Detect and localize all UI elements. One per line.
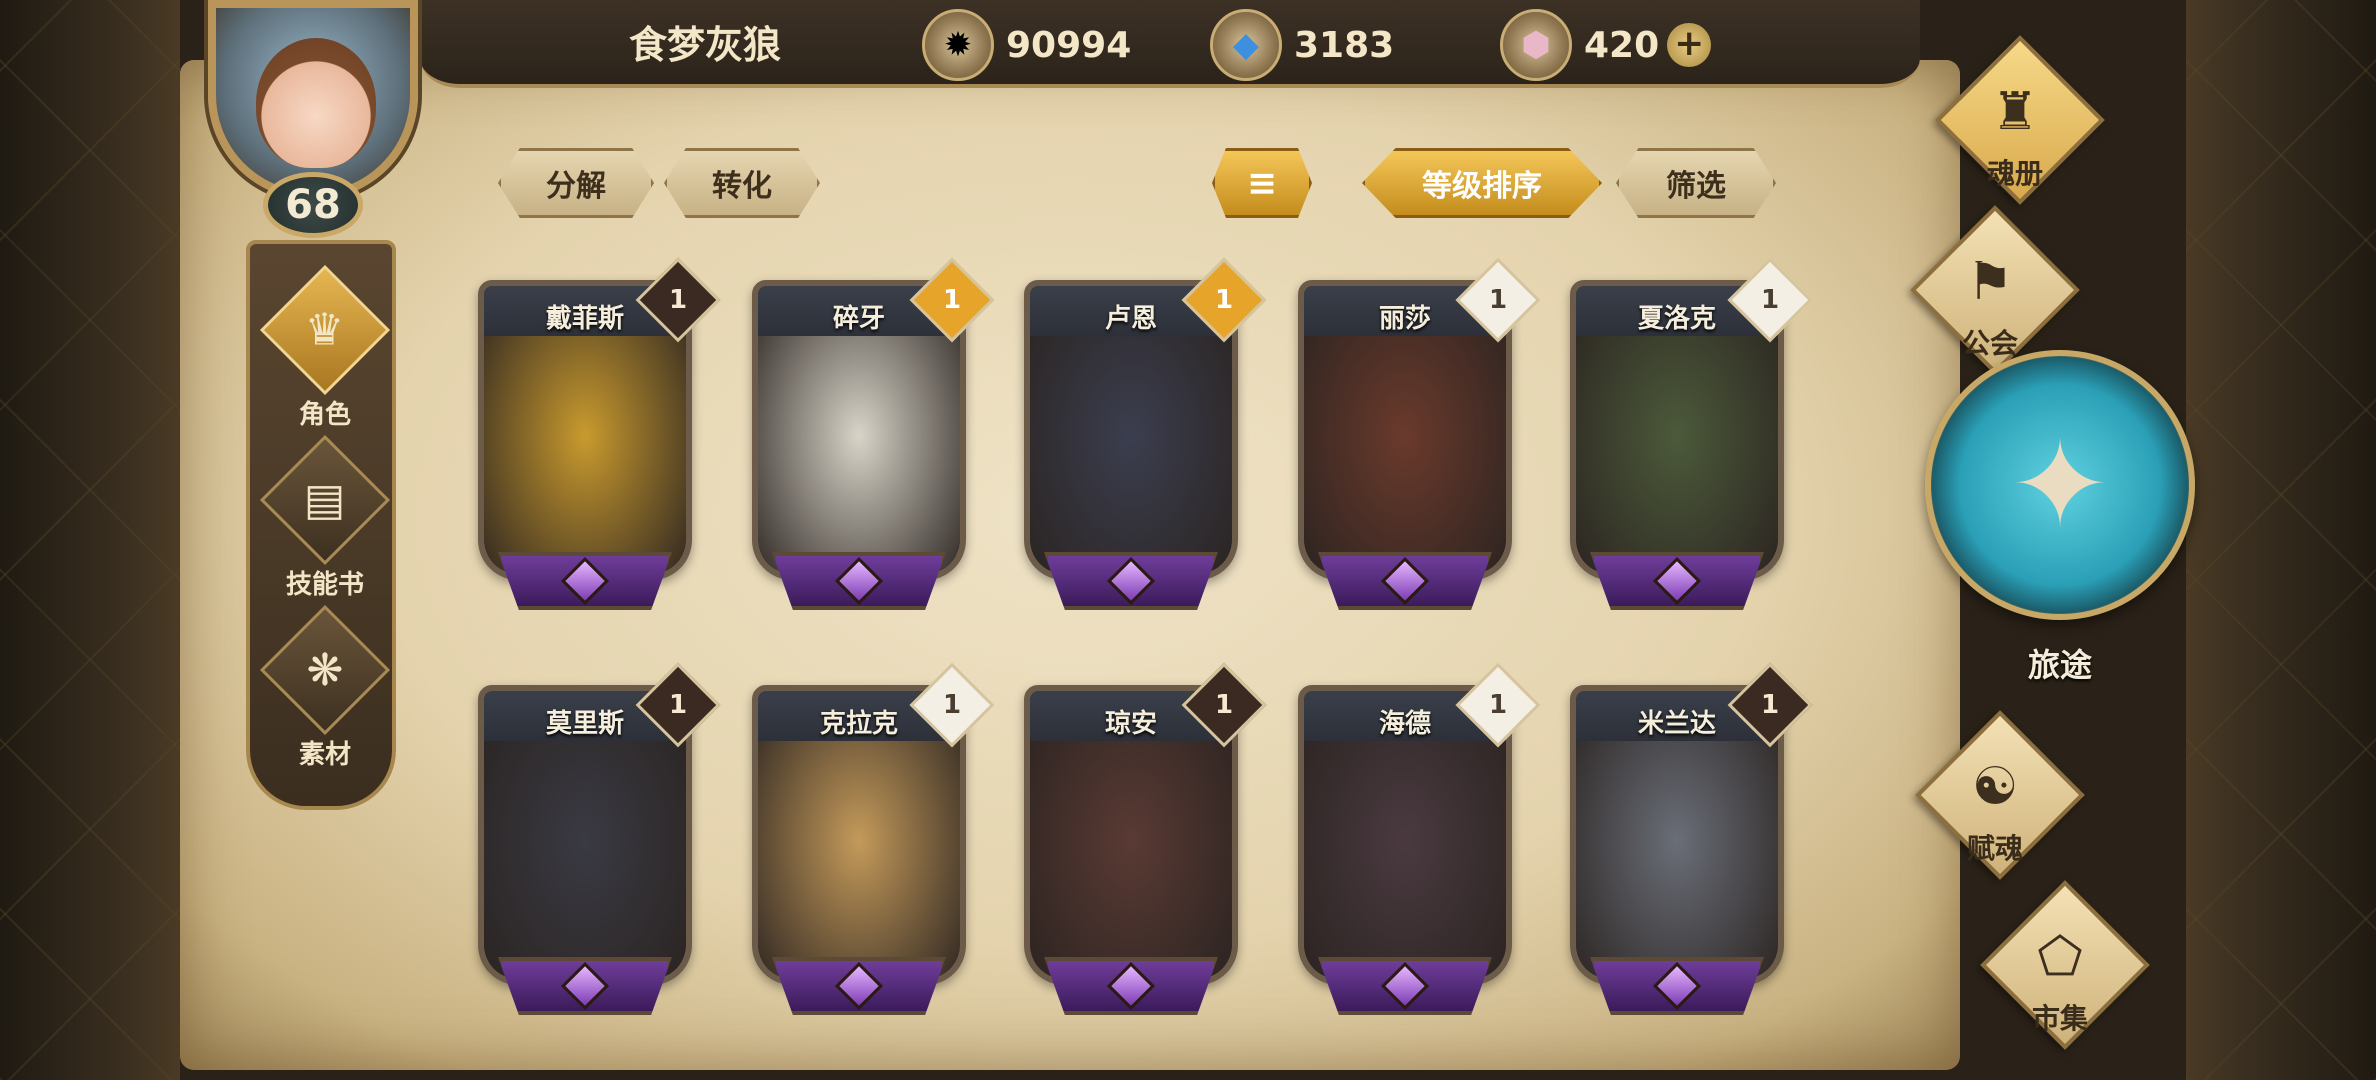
- character-portrait: [1030, 741, 1232, 979]
- rarity-gem-icon: [1652, 961, 1702, 1011]
- avatar: [256, 38, 376, 168]
- character-portrait: [1304, 741, 1506, 979]
- add-gem-button[interactable]: +: [1667, 23, 1712, 67]
- character-card[interactable]: 夏洛克 1: [1562, 257, 1813, 610]
- right-border-decoration: [2186, 0, 2376, 1080]
- gold-value: 90994: [1006, 24, 1132, 66]
- card-rarity-plate: [498, 552, 672, 610]
- convert-button[interactable]: 转化: [664, 148, 820, 218]
- character-card[interactable]: 碎牙 1: [744, 257, 995, 610]
- soul-infuse-icon: ☯: [1971, 757, 2019, 817]
- gold-coin-icon: ✹: [922, 9, 994, 81]
- character-portrait: [1576, 741, 1778, 979]
- side-item-skill-book[interactable]: ▤ 技能书: [250, 434, 400, 604]
- rarity-gem-icon: [834, 961, 884, 1011]
- nav-label: 赋魂: [1966, 832, 2023, 865]
- card-rarity-plate: [1318, 957, 1492, 1015]
- rarity-gem-icon: [1106, 556, 1156, 606]
- decompose-button[interactable]: 分解: [498, 148, 654, 218]
- character-portrait: [484, 741, 686, 979]
- sort-direction-button[interactable]: ≡: [1212, 148, 1312, 218]
- guild-icon: ⚑: [1966, 252, 2014, 312]
- gold-currency: ✹ 90994: [922, 9, 1132, 81]
- crystal-currency: ◆ 3183: [1210, 9, 1395, 81]
- card-rarity-plate: [1590, 957, 1764, 1015]
- avatar-ring: [208, 0, 418, 200]
- material-icon: ❋: [259, 604, 391, 736]
- nav-journey[interactable]: ✦ 旅途: [1925, 350, 2195, 690]
- rarity-gem-icon: [1380, 961, 1430, 1011]
- soul-book-icon: ♜: [1991, 82, 2039, 142]
- card-rarity-plate: [1044, 552, 1218, 610]
- side-nav: ♛ 角色 ▤ 技能书 ❋ 素材: [246, 240, 396, 810]
- rarity-gem-icon: [1106, 961, 1156, 1011]
- player-name: 食梦灰狼: [628, 23, 781, 67]
- rarity-gem-icon: [1652, 556, 1702, 606]
- nav-market[interactable]: ⬠ 市集: [1970, 880, 2150, 1050]
- side-item-label: 角色: [298, 400, 351, 430]
- character-card[interactable]: 戴菲斯 1: [470, 257, 721, 610]
- star-level-value: 1: [1488, 285, 1508, 315]
- character-card[interactable]: 海德 1: [1290, 662, 1541, 1015]
- card-rarity-plate: [1318, 552, 1492, 610]
- nav-guild[interactable]: ⚑ 公会: [1900, 205, 2080, 375]
- star-level-value: 1: [942, 690, 962, 720]
- blue-crystal-icon: ◆: [1210, 9, 1282, 81]
- character-card[interactable]: 琼安 1: [1016, 662, 1267, 1015]
- side-item-material[interactable]: ❋ 素材: [250, 604, 400, 774]
- card-rarity-plate: [498, 957, 672, 1015]
- rarity-gem-icon: [1380, 556, 1430, 606]
- gem-currency: ⬢ 420 +: [1500, 9, 1712, 81]
- nav-label: 市集: [2031, 1002, 2088, 1035]
- star-level-value: 1: [1760, 285, 1780, 315]
- player-avatar[interactable]: 68: [178, 0, 468, 240]
- character-portrait: [484, 336, 686, 574]
- gem-value: 420: [1584, 24, 1660, 66]
- sort-order-button[interactable]: 等级排序: [1362, 148, 1602, 218]
- character-portrait: [758, 336, 960, 574]
- side-item-label: 素材: [298, 740, 351, 770]
- filter-button[interactable]: 筛选: [1616, 148, 1776, 218]
- character-card[interactable]: 卢恩 1: [1016, 257, 1267, 610]
- nav-label: 旅途: [2027, 646, 2092, 684]
- star-level-value: 1: [942, 285, 962, 315]
- star-level-value: 1: [1760, 690, 1780, 720]
- character-portrait: [1030, 336, 1232, 574]
- character-card[interactable]: 米兰达 1: [1562, 662, 1813, 1015]
- card-rarity-plate: [772, 957, 946, 1015]
- card-rarity-plate: [772, 552, 946, 610]
- nav-label: 魂册: [1986, 157, 2043, 190]
- nav-soul-book[interactable]: ♜ 魂册: [1925, 35, 2105, 205]
- character-portrait: [758, 741, 960, 979]
- star-level-value: 1: [668, 285, 688, 315]
- pink-gem-icon: ⬢: [1500, 9, 1572, 81]
- star-level-value: 1: [668, 690, 688, 720]
- side-item-label: 技能书: [285, 570, 364, 600]
- skill-book-icon: ▤: [259, 434, 391, 566]
- star-level-value: 1: [1214, 690, 1234, 720]
- character-card[interactable]: 克拉克 1: [744, 662, 995, 1015]
- nav-soul-infuse[interactable]: ☯ 赋魂: [1905, 710, 2085, 880]
- journey-icon: ✦: [1925, 350, 2195, 620]
- left-border-decoration: [0, 0, 180, 1080]
- star-level-value: 1: [1488, 690, 1508, 720]
- rarity-gem-icon: [560, 556, 610, 606]
- crystal-value: 3183: [1294, 24, 1395, 66]
- player-level-badge: 68: [263, 172, 363, 238]
- star-level-value: 1: [1214, 285, 1234, 315]
- sort-icon: ≡: [1246, 162, 1278, 204]
- side-item-character[interactable]: ♛ 角色: [250, 264, 400, 434]
- character-portrait: [1576, 336, 1778, 574]
- rarity-gem-icon: [834, 556, 884, 606]
- character-card[interactable]: 丽莎 1: [1290, 257, 1541, 610]
- market-icon: ⬠: [2037, 927, 2083, 987]
- card-rarity-plate: [1590, 552, 1764, 610]
- card-rarity-plate: [1044, 957, 1218, 1015]
- character-portrait: [1304, 336, 1506, 574]
- rarity-gem-icon: [560, 961, 610, 1011]
- character-icon: ♛: [259, 264, 391, 396]
- character-card[interactable]: 莫里斯 1: [470, 662, 721, 1015]
